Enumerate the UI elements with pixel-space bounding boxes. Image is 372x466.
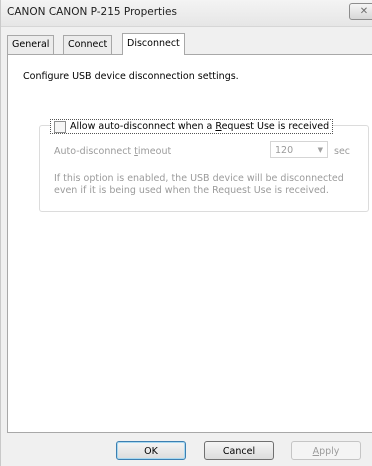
timeout-select[interactable]: 120 ▼ bbox=[270, 141, 328, 158]
tab-connect[interactable]: Connect bbox=[63, 35, 113, 54]
apply-button[interactable]: Apply bbox=[291, 441, 361, 460]
auto-disconnect-checkbox[interactable]: Allow auto-disconnect when a Request Use… bbox=[50, 119, 334, 134]
tab-general[interactable]: General bbox=[7, 35, 55, 54]
checkbox-icon bbox=[54, 120, 66, 133]
timeout-unit: sec bbox=[334, 146, 351, 157]
auto-disconnect-description: If this option is enabled, the USB devic… bbox=[54, 173, 344, 196]
ok-button[interactable]: OK bbox=[116, 441, 186, 460]
intro-text: Configure USB device disconnection setti… bbox=[23, 71, 239, 82]
auto-disconnect-group: Allow auto-disconnect when a Request Use… bbox=[39, 119, 369, 212]
window-title: CANON CANON P-215 Properties bbox=[7, 6, 177, 18]
disconnect-panel: Configure USB device disconnection setti… bbox=[7, 54, 372, 433]
title-bar: CANON CANON P-215 Properties ✕ bbox=[1, 0, 372, 27]
cancel-button[interactable]: Cancel bbox=[204, 441, 274, 460]
tab-disconnect[interactable]: Disconnect bbox=[122, 33, 185, 55]
close-icon: ✕ bbox=[359, 6, 369, 17]
close-button[interactable]: ✕ bbox=[349, 3, 372, 20]
timeout-label: Auto-disconnect timeout bbox=[54, 146, 172, 157]
chevron-down-icon: ▼ bbox=[317, 146, 323, 154]
properties-window: CANON CANON P-215 Properties ✕ General C… bbox=[0, 0, 372, 466]
timeout-value: 120 bbox=[275, 145, 294, 156]
auto-disconnect-label: Allow auto-disconnect when a Request Use… bbox=[70, 121, 330, 132]
